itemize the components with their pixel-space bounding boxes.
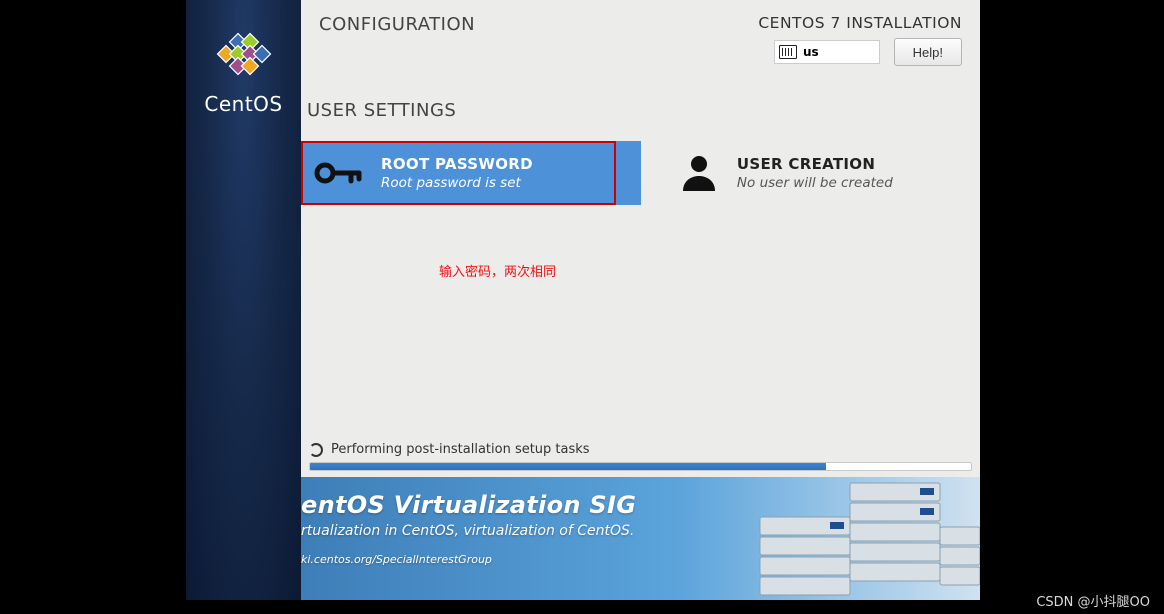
sidebar: CentOS (186, 0, 301, 600)
root-password-card-extension (616, 141, 641, 205)
progress-status-text: Performing post-installation setup tasks (331, 442, 590, 457)
keyboard-layout-text: us (803, 45, 819, 59)
centos-product-name: CentOS (204, 92, 282, 116)
spinner-icon (309, 443, 323, 457)
main-area: CONFIGURATION CENTOS 7 INSTALLATION us H… (301, 0, 980, 600)
right-black-bar (980, 0, 1164, 614)
user-creation-subtitle: No user will be created (737, 175, 893, 191)
keyboard-icon (779, 45, 797, 59)
root-password-subtitle: Root password is set (381, 175, 533, 191)
progress-bar (309, 462, 972, 471)
root-password-title: ROOT PASSWORD (381, 155, 533, 173)
user-icon (677, 151, 721, 195)
centos-logo-icon (214, 30, 274, 88)
installer-window: CentOS CONFIGURATION CENTOS 7 INSTALLATI… (186, 0, 980, 600)
help-button[interactable]: Help! (894, 38, 962, 66)
header: CONFIGURATION CENTOS 7 INSTALLATION us H… (301, 0, 980, 78)
annotation-text: 输入密码，两次相同 (439, 261, 980, 280)
progress-fill (310, 463, 826, 470)
install-title: CENTOS 7 INSTALLATION (758, 14, 962, 32)
banner: entOS Virtualization SIG rtualization in… (301, 477, 980, 600)
left-black-bar (0, 0, 186, 614)
user-settings-row: ROOT PASSWORD Root password is set (301, 141, 980, 205)
watermark-text: CSDN @小抖腿OO (1036, 591, 1150, 610)
user-creation-card[interactable]: USER CREATION No user will be created (665, 141, 980, 205)
keyboard-layout-selector[interactable]: us (774, 40, 880, 64)
section-title: USER SETTINGS (307, 100, 980, 121)
user-creation-title: USER CREATION (737, 155, 893, 173)
root-password-card[interactable]: ROOT PASSWORD Root password is set (301, 141, 616, 205)
server-illustration (710, 477, 980, 600)
progress-area: Performing post-installation setup tasks (301, 442, 980, 471)
key-icon (313, 157, 365, 189)
